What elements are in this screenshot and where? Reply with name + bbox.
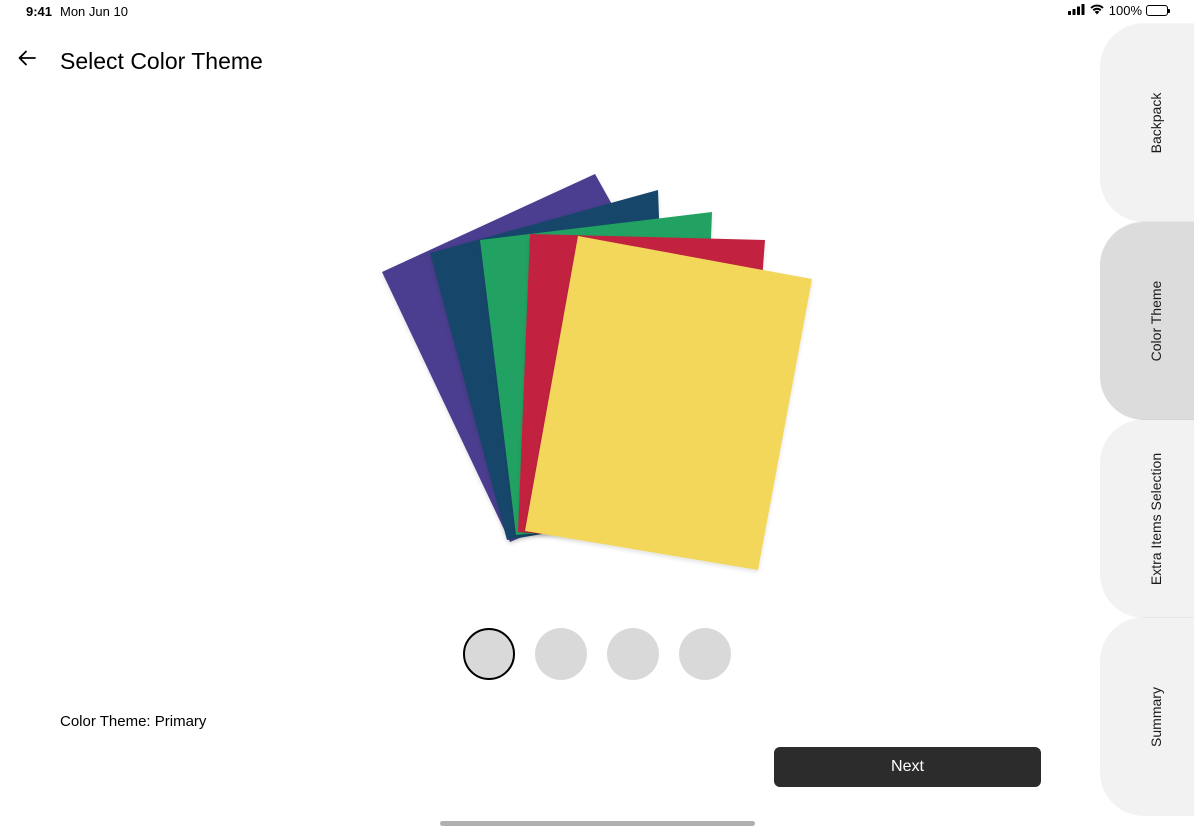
swatch-2[interactable] — [535, 628, 587, 680]
tab-summary[interactable]: Summary — [1100, 618, 1194, 816]
battery-icon — [1146, 5, 1170, 16]
swatch-3[interactable] — [607, 628, 659, 680]
tab-label: Summary — [1148, 687, 1164, 747]
side-tabs: Backpack Color Theme Extra Items Selecti… — [1100, 24, 1194, 816]
home-indicator — [440, 821, 755, 826]
status-indicators: 100% — [1067, 3, 1170, 18]
folders-illustration — [382, 174, 812, 570]
back-button[interactable] — [14, 47, 40, 73]
battery-percent: 100% — [1108, 3, 1142, 18]
signal-icon — [1067, 3, 1085, 18]
tab-extra-items-selection[interactable]: Extra Items Selection — [1100, 420, 1194, 618]
status-bar: 9:41 Mon Jun 10 100% — [0, 0, 1194, 24]
status-date: Mon Jun 10 — [60, 4, 128, 19]
color-swatches — [463, 628, 731, 680]
arrow-left-icon — [17, 48, 37, 73]
swatch-4[interactable] — [679, 628, 731, 680]
wifi-icon — [1089, 3, 1105, 18]
tab-label: Extra Items Selection — [1148, 452, 1164, 586]
status-time: 9:41 — [26, 4, 53, 19]
tab-label: Backpack — [1148, 92, 1164, 154]
tab-label: Color Theme — [1148, 280, 1164, 362]
tab-color-theme[interactable]: Color Theme — [1100, 222, 1194, 420]
swatch-1[interactable] — [463, 628, 515, 680]
selected-theme-label: Color Theme: Primary — [60, 713, 207, 730]
next-button[interactable]: Next — [774, 747, 1041, 787]
page-title: Select Color Theme — [60, 48, 263, 74]
product-image — [360, 160, 840, 600]
tab-backpack[interactable]: Backpack — [1100, 24, 1194, 222]
